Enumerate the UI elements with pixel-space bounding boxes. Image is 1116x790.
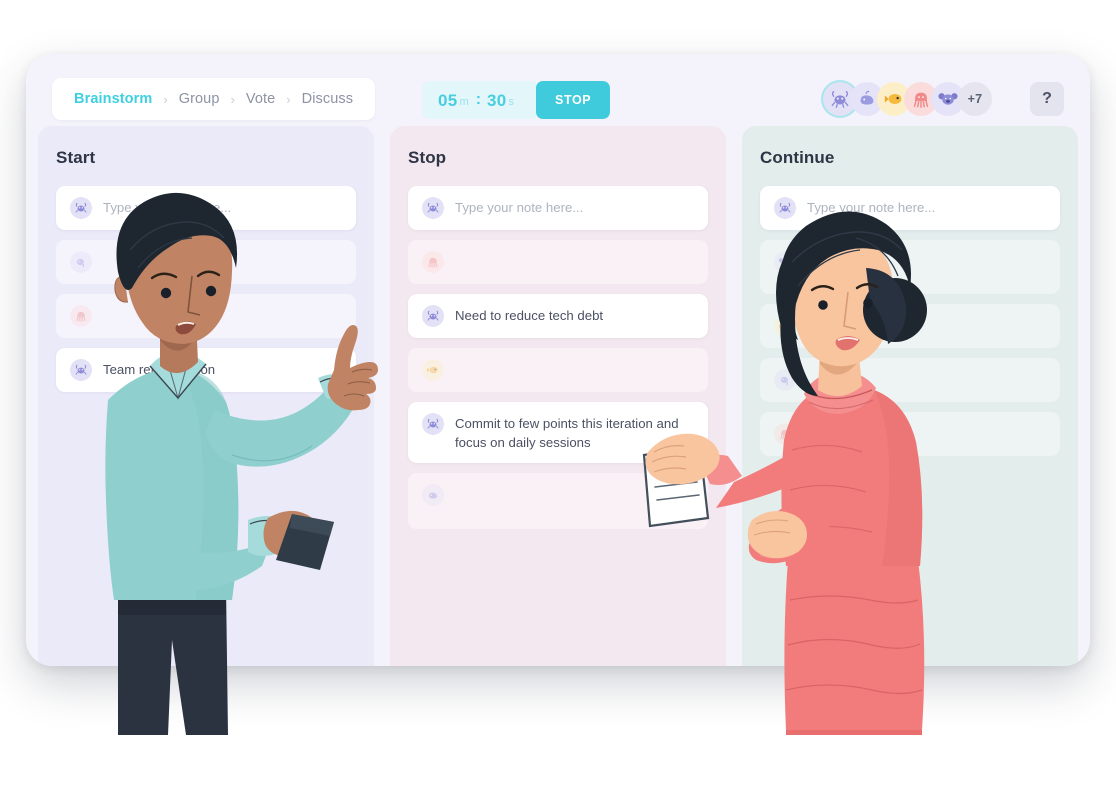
octopus-avatar-icon xyxy=(422,251,444,273)
timer-seconds: 30 xyxy=(487,90,507,110)
note-card[interactable]: Need to reduce tech debt xyxy=(408,294,708,338)
breadcrumb-item-brainstorm[interactable]: Brainstorm xyxy=(74,91,152,107)
board-column-start: Start Type your note here... Team retros… xyxy=(38,126,374,666)
breadcrumb-item-group[interactable]: Group xyxy=(179,91,220,107)
note-input-placeholder: Type your note here... xyxy=(455,200,584,215)
note-input-continue[interactable]: Type your note here... xyxy=(760,186,1060,230)
app-header: Brainstorm › Group › Vote › Discuss 05 m… xyxy=(26,54,1090,126)
elephant-avatar-icon xyxy=(70,251,92,273)
crab-avatar-icon xyxy=(422,413,444,435)
crab-avatar-icon xyxy=(422,305,444,327)
fish-avatar-icon xyxy=(422,359,444,381)
timer-minutes: 05 xyxy=(438,90,458,110)
crab-avatar-icon xyxy=(70,359,92,381)
retro-board: Start Type your note here... Team retros… xyxy=(26,126,1090,666)
note-card-ghost[interactable] xyxy=(760,358,1060,402)
breadcrumb-item-discuss[interactable]: Discuss xyxy=(302,91,353,107)
board-column-continue: Continue Type your note here... xyxy=(742,126,1078,666)
koala-avatar-icon xyxy=(774,251,796,273)
breadcrumb-separator-icon: › xyxy=(163,91,168,107)
timer-minutes-unit: m xyxy=(459,96,469,108)
note-card-ghost[interactable] xyxy=(760,304,1060,348)
crab-avatar-icon xyxy=(70,197,92,219)
app-window: Brainstorm › Group › Vote › Discuss 05 m… xyxy=(26,54,1090,666)
octopus-avatar-icon xyxy=(774,423,796,445)
note-card-ghost[interactable] xyxy=(408,473,708,530)
help-button[interactable]: ? xyxy=(1030,82,1064,116)
timer-seconds-unit: s xyxy=(508,96,515,108)
elephant-avatar-icon xyxy=(774,369,796,391)
whale-icon xyxy=(860,90,874,105)
note-card-text: Team retrospection xyxy=(103,362,216,377)
note-card-ghost[interactable] xyxy=(408,240,708,284)
note-input-placeholder: Type your note here... xyxy=(103,200,232,215)
crab-avatar-icon xyxy=(774,197,796,219)
note-card-ghost[interactable] xyxy=(56,240,356,284)
fish-avatar-icon xyxy=(774,315,796,337)
breadcrumb-item-vote[interactable]: Vote xyxy=(246,91,275,107)
note-card[interactable]: Team retrospection xyxy=(56,348,356,392)
note-input-start[interactable]: Type your note here... xyxy=(56,186,356,230)
breadcrumb-separator-icon: › xyxy=(286,91,291,107)
koala-icon xyxy=(938,93,958,105)
column-title-start: Start xyxy=(56,148,96,167)
octopus-avatar-icon xyxy=(70,305,92,327)
note-input-placeholder: Type your note here... xyxy=(807,200,936,215)
board-column-stop: Stop Type your note here... Need to redu… xyxy=(390,126,726,666)
note-card-ghost[interactable] xyxy=(760,240,1060,294)
participant-avatar-group: +7 xyxy=(823,82,992,116)
note-card-text: Need to reduce tech debt xyxy=(455,308,604,323)
avatar-overflow-count[interactable]: +7 xyxy=(958,82,992,116)
timer-display: 05 m : 30 s xyxy=(422,81,537,119)
octopus-icon xyxy=(913,92,929,108)
breadcrumb-separator-icon: › xyxy=(230,91,235,107)
note-card-ghost[interactable] xyxy=(760,412,1060,456)
session-timer: 05 m : 30 s STOP xyxy=(422,81,611,119)
column-title-stop: Stop xyxy=(408,148,447,167)
fish-icon xyxy=(884,93,902,105)
crab-icon xyxy=(831,90,849,108)
note-card-ghost[interactable] xyxy=(408,348,708,392)
note-input-stop[interactable]: Type your note here... xyxy=(408,186,708,230)
note-card-text: Commit to few points this iteration and … xyxy=(455,416,679,451)
breadcrumb: Brainstorm › Group › Vote › Discuss xyxy=(52,78,376,120)
timer-colon: : xyxy=(475,91,482,108)
note-card-ghost[interactable] xyxy=(56,294,356,338)
note-card[interactable]: Commit to few points this iteration and … xyxy=(408,402,708,464)
whale-avatar-icon xyxy=(422,484,444,507)
crab-avatar-icon xyxy=(422,197,444,219)
stop-timer-button[interactable]: STOP xyxy=(536,81,611,119)
column-title-continue: Continue xyxy=(760,148,835,167)
